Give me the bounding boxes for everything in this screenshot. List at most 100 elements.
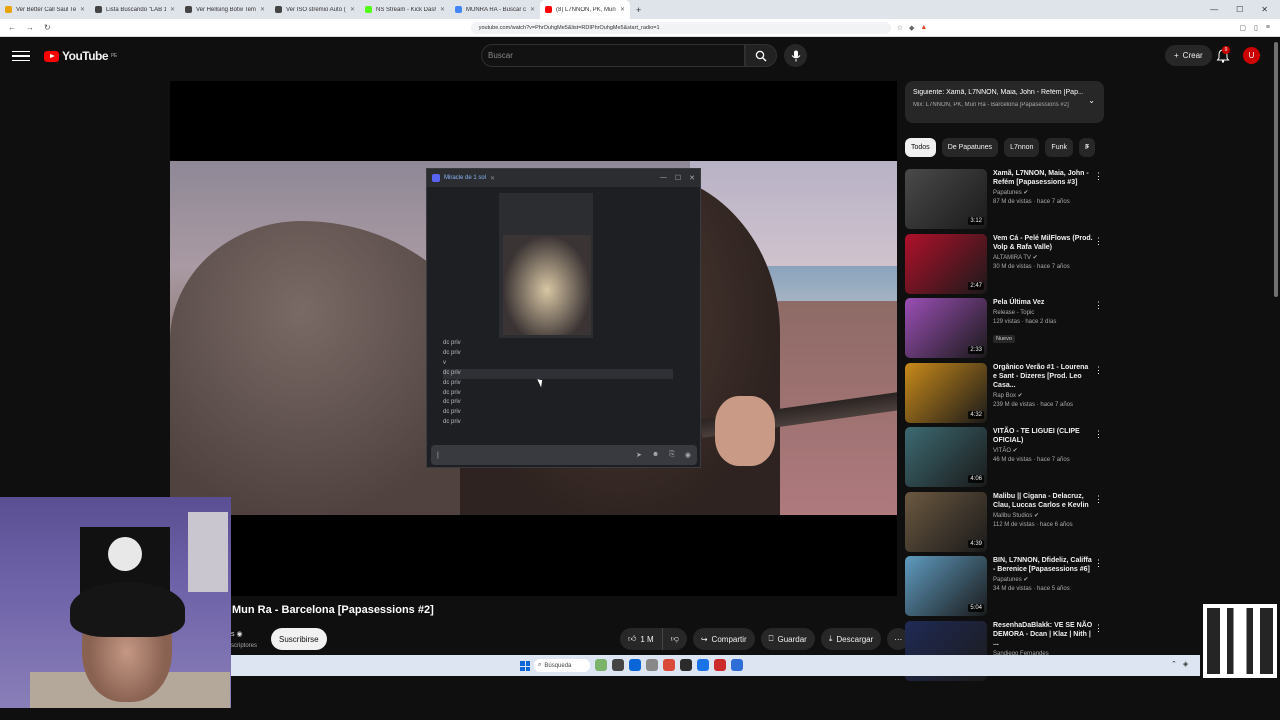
taskbar-app-icon[interactable] (697, 659, 709, 671)
video-thumbnail[interactable]: 5:04 (905, 556, 987, 616)
network-icon[interactable]: ◈ (1183, 660, 1188, 668)
recommendation-channel[interactable]: Rap Box ✔ (993, 392, 1093, 401)
recommendation-item[interactable]: 4:39 Malibu || Cigana - Delacruz, Clau, L… (905, 491, 1105, 557)
recommendation-channel[interactable]: ALTAMIRA TV ✔ (993, 254, 1093, 263)
video-thumbnail[interactable]: 4:06 (905, 427, 987, 487)
taskbar-app-icon[interactable] (629, 659, 641, 671)
search-button[interactable] (745, 44, 777, 67)
discord-message[interactable]: dc priv (443, 398, 673, 408)
tray-chevron-icon[interactable]: ⌃ (1171, 660, 1177, 668)
recommendation-item[interactable]: 3:12 Xamã, L7NNON, Maia, John - Refém [Pa… (905, 169, 1105, 234)
shared-screenshot-image[interactable] (443, 193, 593, 338)
video-thumbnail[interactable]: 4:39 (905, 491, 987, 552)
recommendation-title[interactable]: BIN, L7NNON, Dfideliz, Califfa - Berenic… (993, 556, 1093, 574)
discord-overlay-window[interactable]: Miracle de 1 sol ✕ — ☐ ✕ dc priv dc priv v… (426, 168, 701, 468)
extension-icon[interactable]: ◆ (909, 24, 914, 32)
star-icon[interactable]: ☆ (897, 24, 903, 32)
next-up-panel[interactable]: Siguiente: Xamã, L7NNON, Maia, John - Re… (905, 81, 1104, 123)
recommendation-channel[interactable]: Papatunes ✔ (993, 576, 1093, 585)
recommendation-item[interactable]: 5:04 BIN, L7NNON, Dfideliz, Califfa - Ber… (905, 556, 1105, 621)
search-input[interactable]: Buscar (481, 44, 745, 67)
back-icon[interactable]: ← (8, 23, 16, 32)
emoji-icon[interactable]: ☻ (652, 451, 659, 459)
browser-tab[interactable]: MUNRA RA - Buscar con Google ✕ (450, 0, 540, 19)
taskbar-app-icon[interactable] (714, 659, 726, 671)
recommendation-title[interactable]: ResenhaDaBlakk: VE SE NÃO DEMORA - Dcan … (993, 621, 1093, 648)
video-thumbnail[interactable]: 4:32 (905, 362, 987, 423)
send-icon[interactable]: ➤ (636, 451, 642, 459)
discord-message[interactable]: dc priv (443, 349, 673, 359)
filter-chip[interactable]: De Papatunes (941, 138, 999, 157)
share-button[interactable]: ↪ Compartir (692, 628, 755, 650)
sidebar-icon[interactable]: ▢ (1239, 24, 1246, 32)
hamburger-menu-icon[interactable] (12, 50, 30, 62)
windows-start-icon[interactable] (520, 661, 530, 671)
recommendation-title[interactable]: Vem Cá - Pelé MilFlows (Prod. Volp & Raf… (993, 234, 1093, 252)
new-tab-icon[interactable]: + (630, 5, 647, 15)
channel-name[interactable]: s ◉ (231, 630, 243, 638)
more-options-icon[interactable]: ⋮ (1094, 236, 1103, 247)
browser-tab[interactable]: (8) L7NNON, PK, Mun Ra - B... ✕ (540, 0, 630, 19)
video-thumbnail[interactable]: 2:33 (905, 298, 987, 358)
brave-shield-icon[interactable]: ▲ (920, 24, 927, 32)
tab-close-icon[interactable]: ✕ (530, 6, 535, 13)
discord-title-bar[interactable]: Miracle de 1 sol ✕ — ☐ ✕ (427, 169, 700, 187)
discord-message[interactable]: dc priv (443, 379, 673, 389)
discord-message[interactable]: dc priv (443, 418, 673, 428)
tab-close-icon[interactable]: ✕ (260, 6, 265, 13)
minimize-icon[interactable]: — (1210, 5, 1218, 14)
tab-close-icon[interactable]: ✕ (80, 6, 85, 13)
video-thumbnail[interactable]: 2:47 (905, 233, 987, 294)
taskbar-app-icon[interactable] (731, 659, 743, 671)
more-options-icon[interactable]: ⋮ (1094, 429, 1103, 440)
menu-icon[interactable]: ≡ (1266, 24, 1270, 32)
browser-tab[interactable]: NS Stream - Kick Dashboard ✕ (360, 0, 450, 19)
tab-close-icon[interactable]: ✕ (620, 6, 625, 13)
gift-icon[interactable]: ◉ (685, 451, 691, 459)
bookmark-icon[interactable]: ▯ (1254, 24, 1258, 32)
taskbar-search[interactable]: ⌕ Búsqueda (534, 659, 590, 672)
more-options-icon[interactable]: ⋮ (1094, 300, 1103, 311)
tab-close-icon[interactable]: ✕ (170, 6, 175, 13)
more-options-icon[interactable]: ⋮ (1094, 365, 1103, 376)
recommendation-channel[interactable]: Papatunes ✔ (993, 189, 1093, 198)
recommendation-item[interactable]: 4:06 VITÃO - TE LIGUEI (CLIPE OFICIAL) VIT… (905, 427, 1105, 492)
filter-chip[interactable]: Todos (905, 138, 936, 157)
discord-tab-close-icon[interactable]: ✕ (490, 175, 495, 182)
voice-search-button[interactable] (784, 44, 807, 67)
avatar[interactable]: U (1243, 47, 1260, 64)
browser-tab[interactable]: Ver Better Call Saul Temporada 4 E... ✕ (0, 0, 90, 19)
tab-close-icon[interactable]: ✕ (350, 6, 355, 13)
tab-close-icon[interactable]: ✕ (440, 6, 445, 13)
attach-icon[interactable]: ⎘ (669, 451, 675, 459)
page-scrollbar[interactable] (1274, 42, 1278, 297)
minimize-icon[interactable]: — (660, 174, 667, 182)
taskbar-app-icon[interactable] (595, 659, 607, 671)
taskbar-app-icon[interactable] (663, 659, 675, 671)
discord-message-input[interactable]: | ➤ ☻ ⎘ ◉ (431, 445, 697, 465)
maximize-icon[interactable]: ☐ (675, 174, 681, 182)
chevron-right-icon[interactable]: › (1086, 141, 1089, 151)
more-options-icon[interactable]: ⋮ (1094, 171, 1103, 182)
subscribe-button[interactable]: Suscribirse (271, 628, 327, 650)
taskbar-app-icon[interactable] (680, 659, 692, 671)
recommendation-title[interactable]: Malibu || Cigana - Delacruz, Clau, Lucca… (993, 492, 1093, 510)
address-bar[interactable]: youtube.com/watch?v=PhrOuhgMe5&list=RDIP… (470, 21, 891, 34)
reload-icon[interactable]: ↻ (44, 23, 51, 32)
discord-message[interactable]: dc priv (443, 339, 673, 349)
recommendation-channel[interactable]: Release - Topic (993, 309, 1093, 318)
recommendation-channel[interactable]: VITÃO ✔ (993, 447, 1093, 456)
video-thumbnail[interactable]: 3:12 (905, 169, 987, 229)
recommendation-item[interactable]: 4:32 Orgânico Verão #1 - Lourena e Sant -… (905, 362, 1105, 428)
create-button[interactable]: + Crear (1165, 45, 1212, 66)
recommendation-title[interactable]: Orgânico Verão #1 - Lourena e Sant - Diz… (993, 363, 1093, 390)
browser-tab[interactable]: Ver ISO stremio Auto (2023) Online... ✕ (270, 0, 360, 19)
discord-message[interactable]: dc priv (443, 408, 673, 418)
taskbar-app-icon[interactable] (612, 659, 624, 671)
forward-icon[interactable]: → (26, 23, 34, 32)
close-window-icon[interactable]: ✕ (1261, 5, 1268, 14)
browser-tab[interactable]: Lista Buscando "LAB 100 NAS" ✕ (90, 0, 180, 19)
download-button[interactable]: ⤓ Descargar (820, 628, 882, 650)
save-button[interactable]: ⎕ Guardar (760, 628, 815, 650)
chevron-down-icon[interactable]: ⌄ (1088, 96, 1095, 105)
